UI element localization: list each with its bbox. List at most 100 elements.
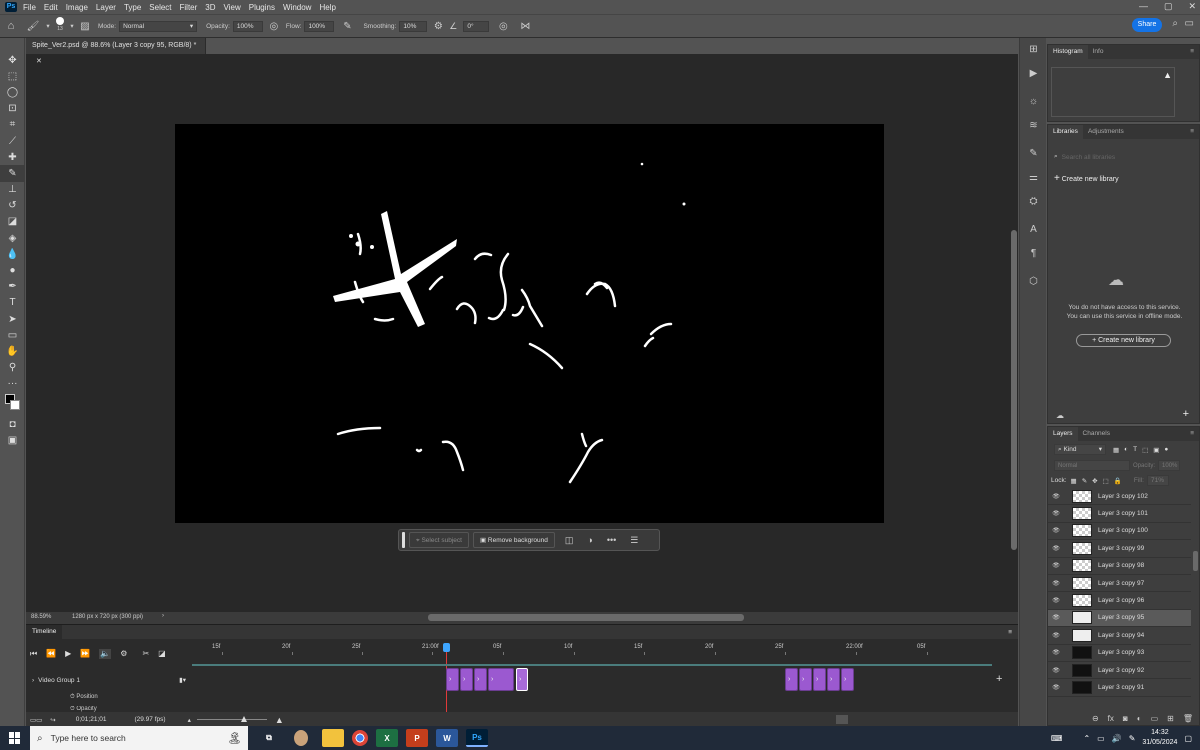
search-icon[interactable]: ⌕	[1172, 18, 1178, 29]
add-icon[interactable]: +	[1183, 408, 1189, 420]
character-icon[interactable]: A	[1020, 218, 1047, 242]
video-clip[interactable]: ›	[460, 668, 473, 691]
blur-tool-icon[interactable]: 💧	[0, 246, 25, 262]
brushes-icon[interactable]: ✎	[1020, 142, 1047, 166]
path-selection-tool-icon[interactable]: ➤	[0, 311, 25, 327]
network-icon[interactable]: ▭	[1097, 734, 1105, 743]
layer-row[interactable]: 👁 Layer 3 copy 94	[1048, 627, 1191, 645]
layer-style-icon[interactable]: fx	[1108, 714, 1114, 723]
layer-name[interactable]: Layer 3 copy 93	[1098, 649, 1144, 656]
new-layer-icon[interactable]: ⊞	[1167, 714, 1174, 723]
tab-libraries[interactable]: Libraries	[1048, 125, 1083, 139]
volume-icon[interactable]: 🔊	[1112, 734, 1122, 743]
menu-3d[interactable]: 3D	[205, 3, 215, 12]
visibility-eye-icon[interactable]: 👁	[1048, 580, 1064, 587]
marquee-tool-icon[interactable]: ⬚	[0, 68, 25, 84]
render-video-icon[interactable]: ↪	[50, 716, 55, 724]
lock-artboard-icon[interactable]: ⬚	[1103, 477, 1109, 485]
menu-view[interactable]: View	[224, 3, 241, 12]
library-search[interactable]: ⌕ Search all libraries	[1054, 151, 1193, 163]
layer-row[interactable]: 👁 Layer 3 copy 102	[1048, 488, 1191, 506]
layer-row[interactable]: 👁 Layer 3 copy 96	[1048, 592, 1191, 610]
filter-pixel-icon[interactable]: ▦	[1113, 446, 1119, 454]
panel-menu-icon[interactable]: ≡	[1008, 629, 1012, 636]
paint-bucket-tool-icon[interactable]: ◈	[0, 230, 25, 246]
eraser-tool-icon[interactable]: ◪	[0, 214, 25, 230]
menu-window[interactable]: Window	[283, 3, 311, 12]
tab-layers[interactable]: Layers	[1048, 427, 1078, 441]
layer-name[interactable]: Layer 3 copy 99	[1098, 545, 1144, 552]
move-tool-icon[interactable]: ✥	[0, 52, 25, 68]
canvas[interactable]	[175, 124, 884, 523]
film-strip-icon[interactable]: ▮▾	[179, 676, 186, 684]
clock[interactable]: 14:32 31/05/2024	[1142, 728, 1177, 748]
menu-image[interactable]: Image	[66, 3, 88, 12]
transition-icon[interactable]: ◪	[158, 649, 166, 659]
adjustments-icon[interactable]: ☼	[1020, 90, 1047, 114]
lock-image-icon[interactable]: ✎	[1082, 477, 1087, 485]
timeline-zoom-slider[interactable]	[196, 716, 267, 722]
rectangle-tool-icon[interactable]: ▭	[0, 327, 25, 343]
create-new-library-button[interactable]: + Create new library	[1076, 334, 1171, 347]
layer-row[interactable]: 👁 Layer 3 copy 95	[1048, 609, 1191, 628]
layer-name[interactable]: Layer 3 copy 92	[1098, 667, 1144, 674]
video-clip[interactable]: ›	[827, 668, 840, 691]
tab-channels[interactable]: Channels	[1078, 427, 1115, 441]
add-mask-icon[interactable]: ◙	[1123, 714, 1128, 723]
timeline-scroll-thumb[interactable]	[835, 715, 848, 724]
powerpoint-icon[interactable]: P	[406, 729, 428, 747]
chevron-down-icon[interactable]: ▾	[68, 22, 76, 30]
video-clip[interactable]: ›	[799, 668, 812, 691]
lock-position-icon[interactable]: ✥	[1092, 477, 1097, 485]
video-clip[interactable]: ›	[516, 668, 528, 691]
word-icon[interactable]: W	[436, 729, 458, 747]
photoshop-taskbar-icon[interactable]: Ps	[466, 729, 488, 747]
close-icon[interactable]: ✕	[1188, 1, 1196, 12]
more-options-icon[interactable]: •••	[607, 535, 616, 545]
video-clip[interactable]: ›	[474, 668, 487, 691]
pen-tool-icon[interactable]: ✒	[0, 279, 25, 295]
object-selection-tool-icon[interactable]: ⊡	[0, 101, 25, 117]
pressure-opacity-icon[interactable]: ◎	[266, 21, 282, 32]
home-icon[interactable]: ⌂	[0, 20, 22, 32]
quick-mask-icon[interactable]: ◘	[0, 416, 25, 432]
video-clip[interactable]: ›	[785, 668, 798, 691]
layer-row[interactable]: 👁 Layer 3 copy 97	[1048, 575, 1191, 593]
visibility-eye-icon[interactable]: 👁	[1048, 649, 1064, 656]
layer-name[interactable]: Layer 3 copy 94	[1098, 632, 1144, 639]
visibility-eye-icon[interactable]: 👁	[1048, 545, 1064, 552]
next-frame-icon[interactable]: ⏩	[80, 649, 90, 659]
excel-icon[interactable]: X	[376, 729, 398, 747]
color-swatches-icon[interactable]	[0, 392, 25, 416]
filter-type-icon[interactable]: T	[1133, 446, 1137, 453]
visibility-eye-icon[interactable]: 👁	[1048, 597, 1064, 604]
screen-mode-icon[interactable]: ▣	[0, 432, 25, 448]
zoom-in-icon[interactable]: ▲	[275, 715, 284, 725]
visibility-eye-icon[interactable]: 👁	[1048, 684, 1064, 691]
history-icon[interactable]: ⊞	[1020, 38, 1047, 62]
visibility-eye-icon[interactable]: 👁	[1048, 510, 1064, 517]
new-adjustment-layer-icon[interactable]: ◐	[1137, 714, 1142, 723]
opacity-field[interactable]: 100%	[232, 20, 263, 32]
minimize-icon[interactable]: —	[1139, 1, 1148, 12]
fill-field[interactable]: 71%	[1146, 475, 1169, 486]
warning-icon[interactable]: ▲	[1163, 70, 1172, 80]
actions-play-icon[interactable]: ▶	[1020, 62, 1047, 86]
keyboard-icon[interactable]: ⌨	[1051, 734, 1063, 743]
panel-menu-icon[interactable]: ≡	[1185, 45, 1199, 59]
mode-select[interactable]: Normal ▾	[119, 20, 198, 32]
video-clip[interactable]: ›	[813, 668, 826, 691]
brush-settings-icon[interactable]: ▨	[76, 21, 94, 32]
menu-help[interactable]: Help	[319, 3, 335, 12]
playhead-marker[interactable]	[443, 643, 450, 652]
lock-all-icon[interactable]: 🔒	[1114, 477, 1122, 485]
select-subject-button[interactable]: ⌖ Select subject	[409, 532, 469, 548]
clone-stamp-tool-icon[interactable]: ⊥	[0, 182, 25, 198]
flow-field[interactable]: 100%	[304, 20, 335, 32]
angle-field[interactable]: 0°	[463, 20, 490, 32]
healing-brush-tool-icon[interactable]: ✚	[0, 149, 25, 165]
layers-scrollbar[interactable]	[1193, 551, 1198, 571]
visibility-eye-icon[interactable]: 👁	[1048, 614, 1064, 621]
brush-settings-icon[interactable]: ⚌	[1020, 166, 1047, 190]
gear-icon[interactable]: ⚙	[430, 21, 446, 32]
